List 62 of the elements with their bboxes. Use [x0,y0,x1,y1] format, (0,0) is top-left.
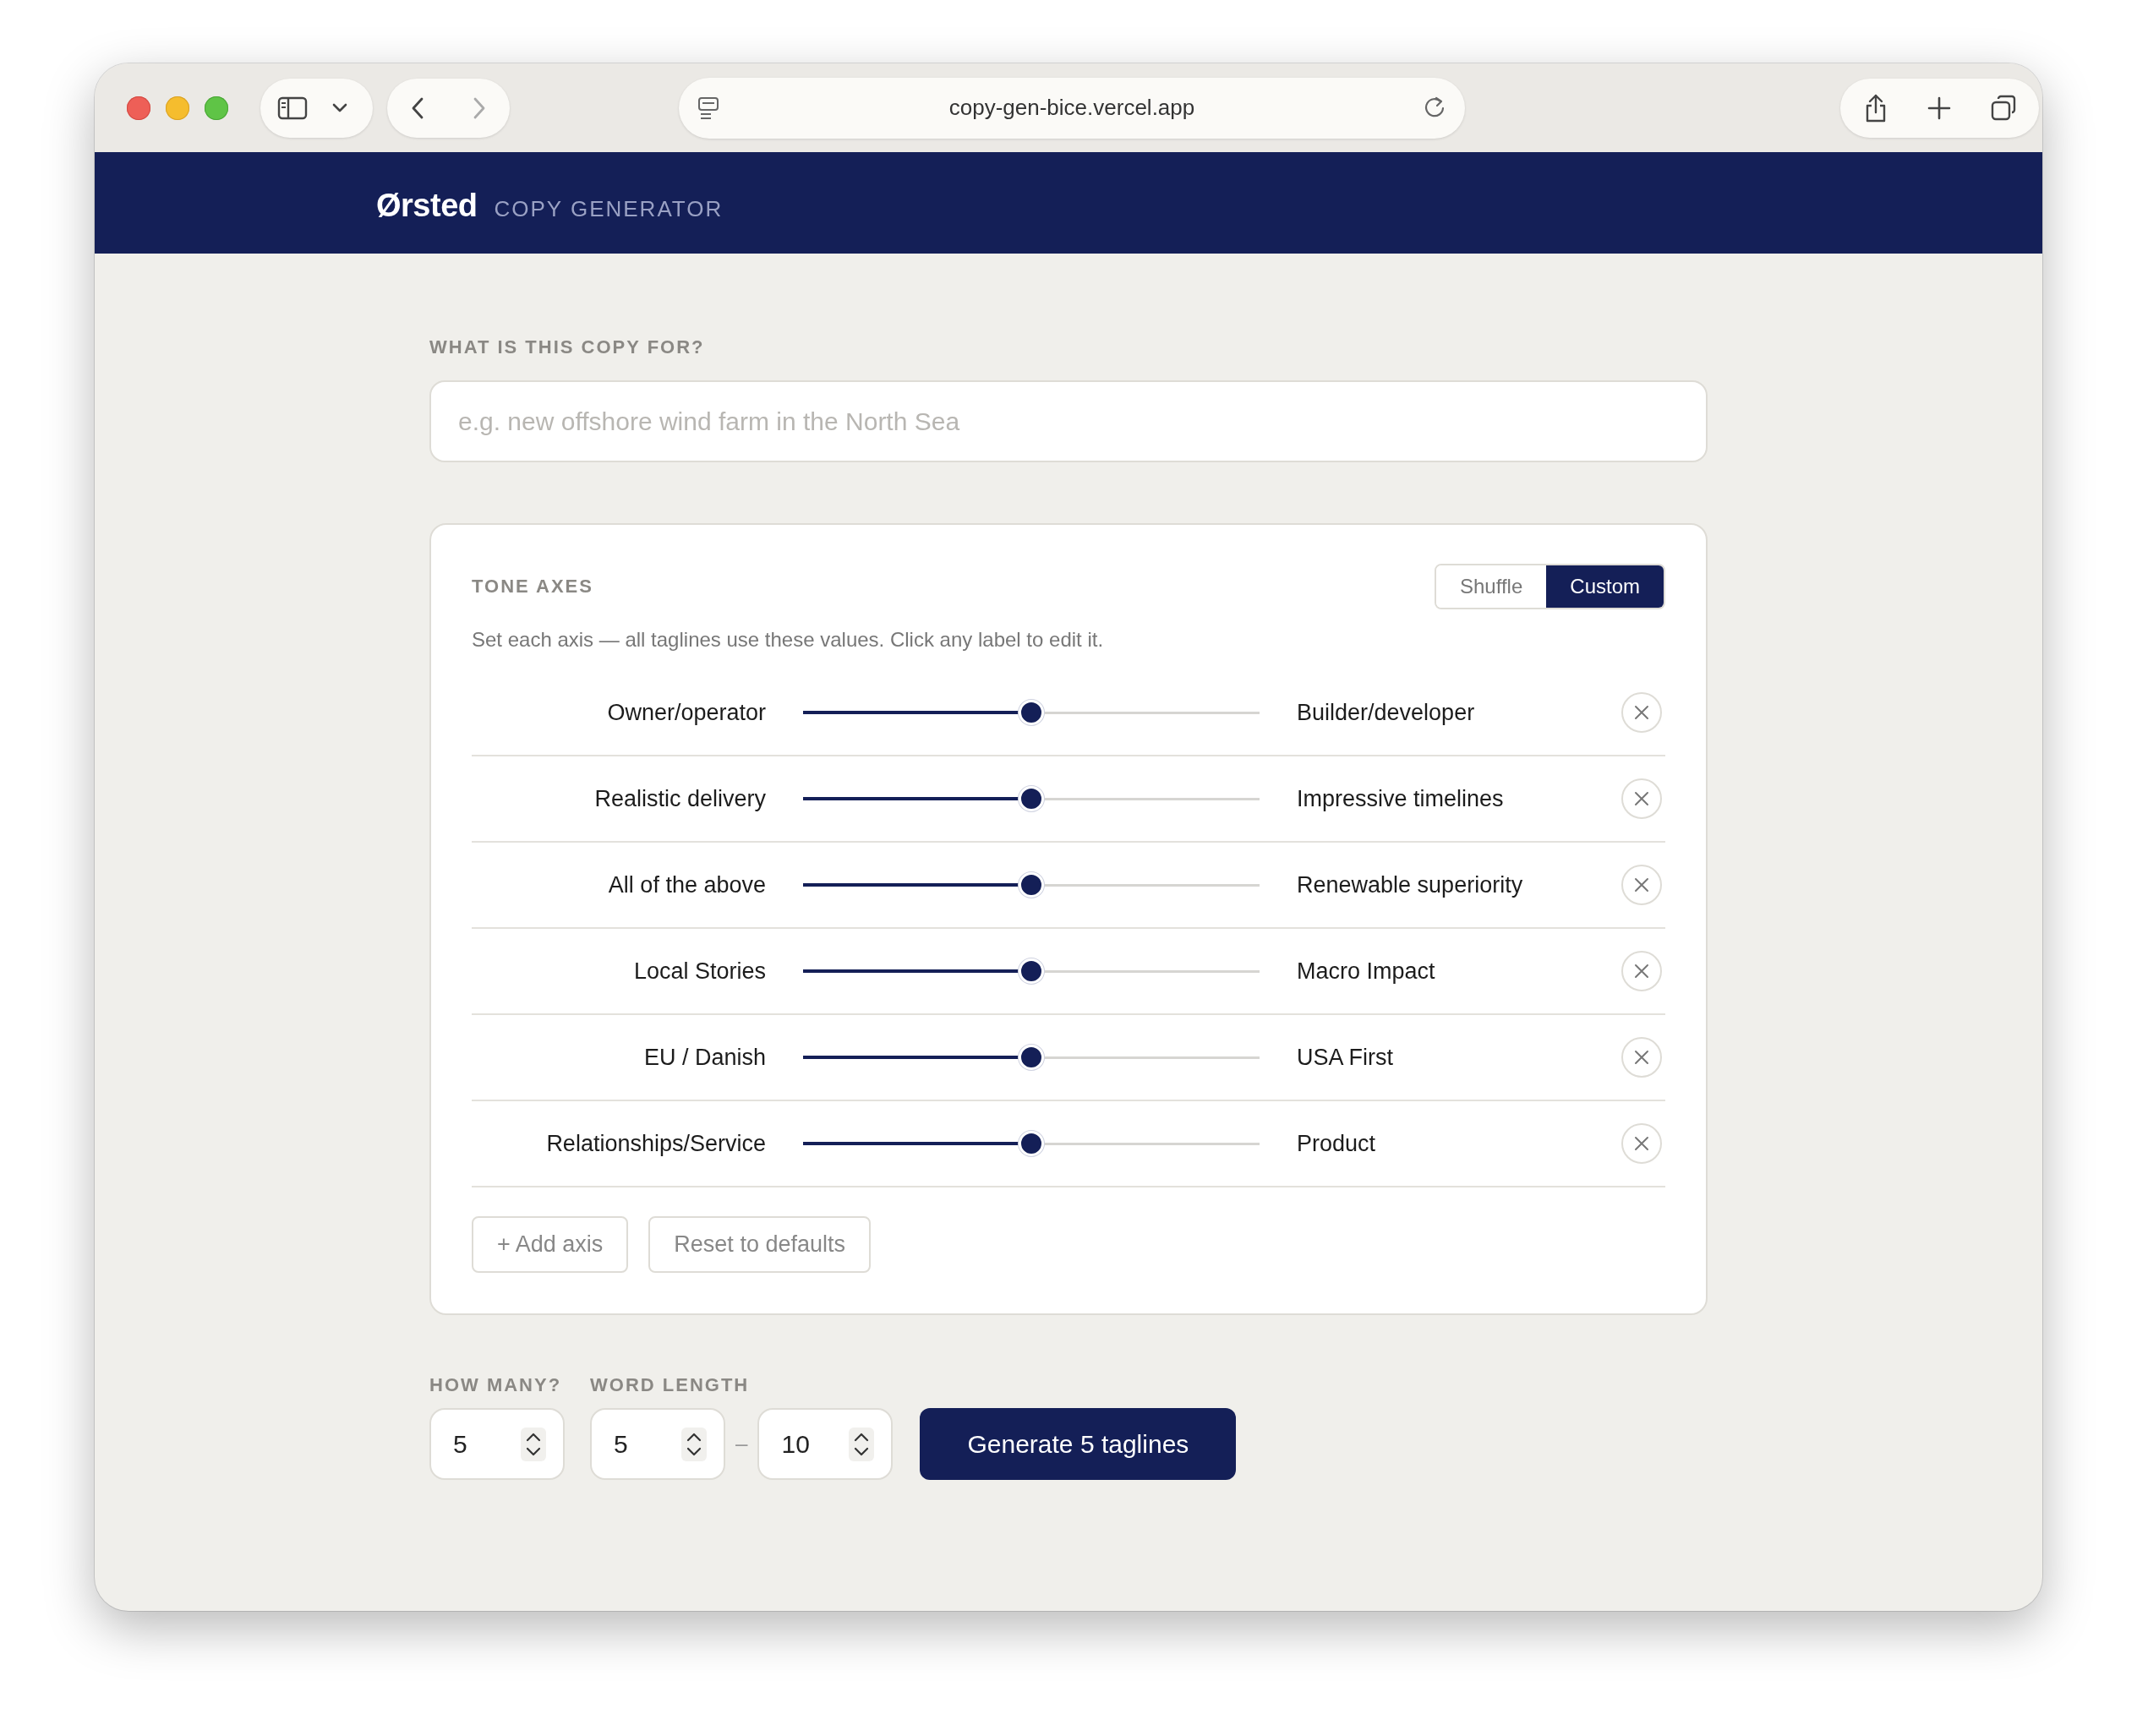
slider-thumb[interactable] [1019,872,1044,898]
axis-label[interactable]: Realistic delivery [472,785,766,812]
close-icon [1634,791,1649,806]
mode-tab[interactable]: Custom [1546,565,1664,608]
close-icon [1634,1136,1649,1151]
reload-icon[interactable] [1424,96,1446,119]
stepper-icon [521,1427,546,1461]
slider[interactable] [803,958,1260,984]
axis-label[interactable]: Owner/operator [472,699,766,726]
close-icon [1634,705,1649,720]
remove-axis-button[interactable] [1621,1123,1662,1164]
page-icon [697,96,719,120]
stepper-icon [681,1427,707,1461]
app-title: COPY GENERATOR [494,196,724,222]
slider-thumb[interactable] [1019,1131,1044,1156]
close-icon [1634,964,1649,979]
axis-label[interactable]: EU / Danish [472,1044,766,1071]
remove-axis-button[interactable] [1621,1037,1662,1078]
generate-button[interactable]: Generate 5 taglines [920,1408,1237,1480]
field-label: HOW MANY? [429,1374,563,1396]
slider[interactable] [803,1045,1260,1070]
slider-thumb[interactable] [1019,1045,1044,1070]
slider-thumb[interactable] [1019,700,1044,725]
remove-axis-button[interactable] [1621,778,1662,819]
axis-label[interactable]: Product [1297,1130,1621,1157]
reset-button[interactable]: Reset to defaults [648,1216,871,1273]
remove-axis-button[interactable] [1621,692,1662,733]
stepper-icon [849,1427,875,1461]
new-tab-icon [1927,96,1952,120]
brand-logo[interactable]: Ørsted [376,188,478,224]
axis-label[interactable]: All of the above [472,871,766,898]
number-field[interactable]: 10 [757,1408,894,1480]
axis-label[interactable]: Local Stories [472,958,766,985]
slider[interactable] [803,1131,1260,1156]
close-icon [1634,877,1649,893]
address-bar[interactable]: copy-gen-bice.vercel.app [679,77,1465,139]
sidebar-icon [277,95,308,121]
field-label: WORD LENGTH [590,1374,751,1396]
close-icon [1634,1050,1649,1065]
slider[interactable] [803,786,1260,811]
slider[interactable] [803,872,1260,898]
slider-thumb[interactable] [1019,958,1044,984]
axis-label[interactable]: Macro Impact [1297,958,1621,985]
hint-text: Set each axis — all taglines use these values. Click any label to edit it. [472,628,1105,652]
field-label: WHAT IS THIS COPY FOR? [429,336,706,358]
axis-label[interactable]: Builder/developer [1297,699,1621,726]
range-separator: – [735,1431,748,1457]
number-field[interactable]: 5 [590,1408,725,1480]
axis-label[interactable]: Renewable superiority [1297,871,1621,898]
axis-label[interactable]: Impressive timelines [1297,785,1621,812]
window-control[interactable] [127,96,150,120]
axis-label[interactable]: Relationships/Service [472,1130,766,1157]
tabs-icon [1991,95,2017,121]
number-field[interactable]: 5 [429,1408,565,1480]
section-title: TONE AXES [472,576,593,598]
slider[interactable] [803,700,1260,725]
remove-axis-button[interactable] [1621,951,1662,991]
axis-label[interactable]: USA First [1297,1044,1621,1071]
slider-thumb[interactable] [1019,786,1044,811]
remove-axis-button[interactable] [1621,865,1662,905]
chevron-down-icon [331,101,348,114]
add-axis-button[interactable]: + Add axis [472,1216,629,1273]
